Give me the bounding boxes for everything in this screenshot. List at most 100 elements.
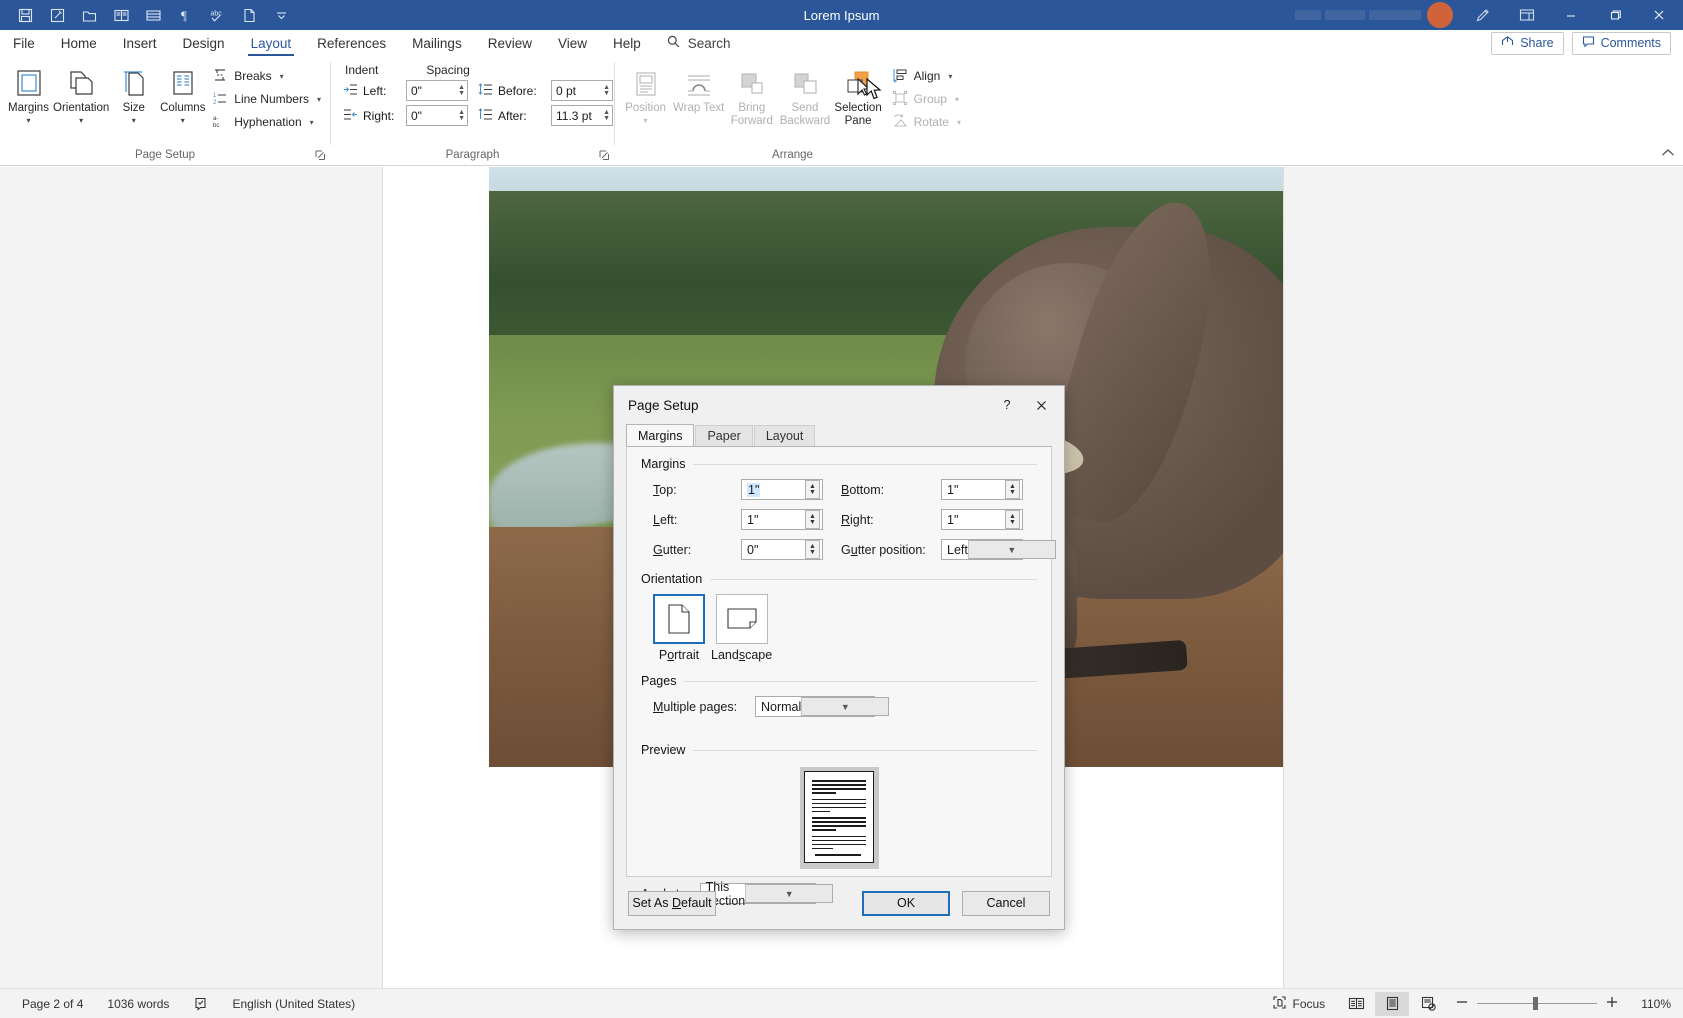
spacing-before-input[interactable]: 0 pt ▲ ▼ — [551, 80, 613, 101]
close-icon[interactable] — [1024, 390, 1058, 420]
tab-review[interactable]: Review — [475, 30, 545, 56]
orientation-button[interactable]: Orientation ▾ — [53, 61, 109, 125]
bottom-margin-input[interactable]: 1" ▲ ▼ — [941, 479, 1023, 500]
chevron-down-icon[interactable]: ▾ — [79, 116, 83, 125]
left-margin-input[interactable]: 1" ▲ ▼ — [741, 509, 823, 530]
spinner-arrows[interactable]: ▲ ▼ — [805, 540, 820, 559]
tab-layout[interactable]: Layout — [238, 30, 305, 56]
save-icon[interactable] — [10, 2, 40, 28]
dialog-tab-paper[interactable]: Paper — [695, 425, 753, 446]
bring-forward-button[interactable]: Bring Forward — [725, 61, 778, 128]
size-button[interactable]: Size ▾ — [109, 61, 158, 125]
chevron-down-icon[interactable]: ▾ — [26, 116, 30, 125]
spinner-arrows[interactable]: ▲ ▼ — [603, 84, 610, 97]
zoom-level[interactable]: 110% — [1629, 997, 1673, 1011]
ok-button[interactable]: OK — [862, 890, 950, 916]
chevron-down-icon[interactable]: ▾ — [948, 72, 952, 81]
read-mode-icon[interactable] — [106, 2, 136, 28]
close-button[interactable] — [1637, 0, 1681, 30]
top-margin-input[interactable]: 1" ▲ ▼ — [741, 479, 823, 500]
paragraph-mark-icon[interactable]: ¶ — [170, 2, 200, 28]
indent-right-input[interactable]: 0" ▲ ▼ — [406, 105, 468, 126]
language-indicator[interactable]: English (United States) — [220, 997, 367, 1011]
breaks-button[interactable]: Breaks ▾ — [207, 65, 326, 87]
tab-design[interactable]: Design — [170, 30, 238, 56]
spinner-arrows[interactable]: ▲ ▼ — [1005, 510, 1020, 529]
word-count[interactable]: 1036 words — [95, 997, 181, 1011]
dialog-tab-margins[interactable]: Margins — [626, 424, 695, 446]
collapse-ribbon-icon[interactable] — [1661, 148, 1675, 161]
indent-left-input[interactable]: 0" ▲ ▼ — [406, 80, 468, 101]
rotate-button[interactable]: Rotate ▾ — [887, 111, 966, 133]
chevron-down-icon[interactable]: ▼ — [801, 697, 890, 716]
tab-home[interactable]: Home — [48, 30, 110, 56]
chevron-down-icon[interactable]: ▼ — [967, 540, 1056, 559]
spelling-check-icon[interactable]: abc — [202, 2, 232, 28]
spacing-after-input[interactable]: 11.3 pt ▲ ▼ — [551, 105, 613, 126]
proofing-errors-icon[interactable] — [181, 996, 220, 1011]
position-button[interactable]: Position ▾ — [619, 61, 672, 125]
spinner-arrows[interactable]: ▲ ▼ — [1005, 480, 1020, 499]
multiple-pages-select[interactable]: Normal ▼ — [755, 696, 890, 717]
ribbon-display-options-icon[interactable] — [1505, 0, 1549, 30]
columns-button[interactable]: Columns ▾ — [158, 61, 207, 125]
wrap-text-button[interactable]: Wrap Text — [672, 61, 725, 115]
customize-qat-icon[interactable] — [266, 2, 296, 28]
table-icon[interactable] — [138, 2, 168, 28]
tab-help[interactable]: Help — [600, 30, 654, 56]
open-folder-icon[interactable] — [74, 2, 104, 28]
tab-mailings[interactable]: Mailings — [399, 30, 475, 56]
cancel-button[interactable]: Cancel — [962, 890, 1050, 916]
comments-button[interactable]: Comments — [1571, 31, 1671, 55]
zoom-thumb[interactable] — [1533, 996, 1539, 1010]
spinner-arrows[interactable]: ▲ ▼ — [458, 109, 465, 122]
read-mode-view-icon[interactable] — [1339, 992, 1373, 1016]
account-area[interactable] — [1295, 2, 1453, 28]
gutter-input[interactable]: 0" ▲ ▼ — [741, 539, 823, 560]
page-setup-dialog-launcher[interactable] — [315, 150, 326, 163]
gutter-position-select[interactable]: Left ▼ — [941, 539, 1056, 560]
chevron-down-icon[interactable]: ▾ — [957, 118, 961, 127]
right-margin-input[interactable]: 1" ▲ ▼ — [941, 509, 1023, 530]
zoom-track[interactable] — [1477, 996, 1598, 1010]
chevron-down-icon[interactable]: ▾ — [132, 116, 136, 125]
search-box[interactable]: Search — [654, 30, 743, 56]
orientation-portrait-option[interactable]: Portrait — [653, 594, 705, 662]
chevron-down-icon[interactable]: ▾ — [317, 95, 321, 104]
margins-button[interactable]: Margins ▾ — [4, 61, 53, 125]
maximize-restore-button[interactable] — [1593, 0, 1637, 30]
set-as-default-button[interactable]: Set As Default — [628, 890, 716, 916]
tab-references[interactable]: References — [304, 30, 399, 56]
tab-file[interactable]: File — [0, 30, 48, 56]
chevron-down-icon[interactable]: ▾ — [644, 116, 648, 125]
print-layout-view-icon[interactable] — [1375, 991, 1410, 1016]
minimize-button[interactable] — [1549, 0, 1593, 30]
share-button[interactable]: Share — [1491, 31, 1564, 55]
hyphenation-button[interactable]: a-bc Hyphenation ▾ — [207, 111, 326, 133]
avatar[interactable] — [1427, 2, 1453, 28]
pen-icon[interactable] — [1461, 0, 1505, 30]
chevron-down-icon[interactable]: ▾ — [955, 95, 959, 104]
paragraph-dialog-launcher[interactable] — [599, 150, 610, 163]
chevron-down-icon[interactable]: ▾ — [310, 118, 314, 127]
line-numbers-button[interactable]: 12 Line Numbers ▾ — [207, 88, 326, 110]
spinner-arrows[interactable]: ▲ ▼ — [603, 109, 610, 122]
zoom-out-icon[interactable] — [1455, 995, 1469, 1012]
spinner-arrows[interactable]: ▲ ▼ — [805, 510, 820, 529]
chevron-down-icon[interactable]: ▾ — [280, 72, 284, 81]
zoom-in-icon[interactable] — [1605, 995, 1619, 1012]
tab-insert[interactable]: Insert — [110, 30, 170, 56]
spinner-arrows[interactable]: ▲ ▼ — [458, 84, 465, 97]
page-indicator[interactable]: Page 2 of 4 — [10, 997, 95, 1011]
align-button[interactable]: Align ▾ — [887, 65, 966, 87]
chevron-down-icon[interactable]: ▾ — [181, 116, 185, 125]
focus-mode-button[interactable]: Focus — [1260, 995, 1338, 1013]
track-changes-icon[interactable] — [42, 2, 72, 28]
dialog-tab-layout[interactable]: Layout — [753, 425, 816, 446]
spinner-arrows[interactable]: ▲ ▼ — [805, 480, 820, 499]
web-layout-view-icon[interactable] — [1411, 992, 1445, 1016]
group-button[interactable]: Group ▾ — [887, 88, 966, 110]
orientation-landscape-option[interactable]: Landscape — [711, 594, 772, 662]
tab-view[interactable]: View — [545, 30, 600, 56]
send-backward-button[interactable]: Send Backward — [778, 61, 831, 128]
